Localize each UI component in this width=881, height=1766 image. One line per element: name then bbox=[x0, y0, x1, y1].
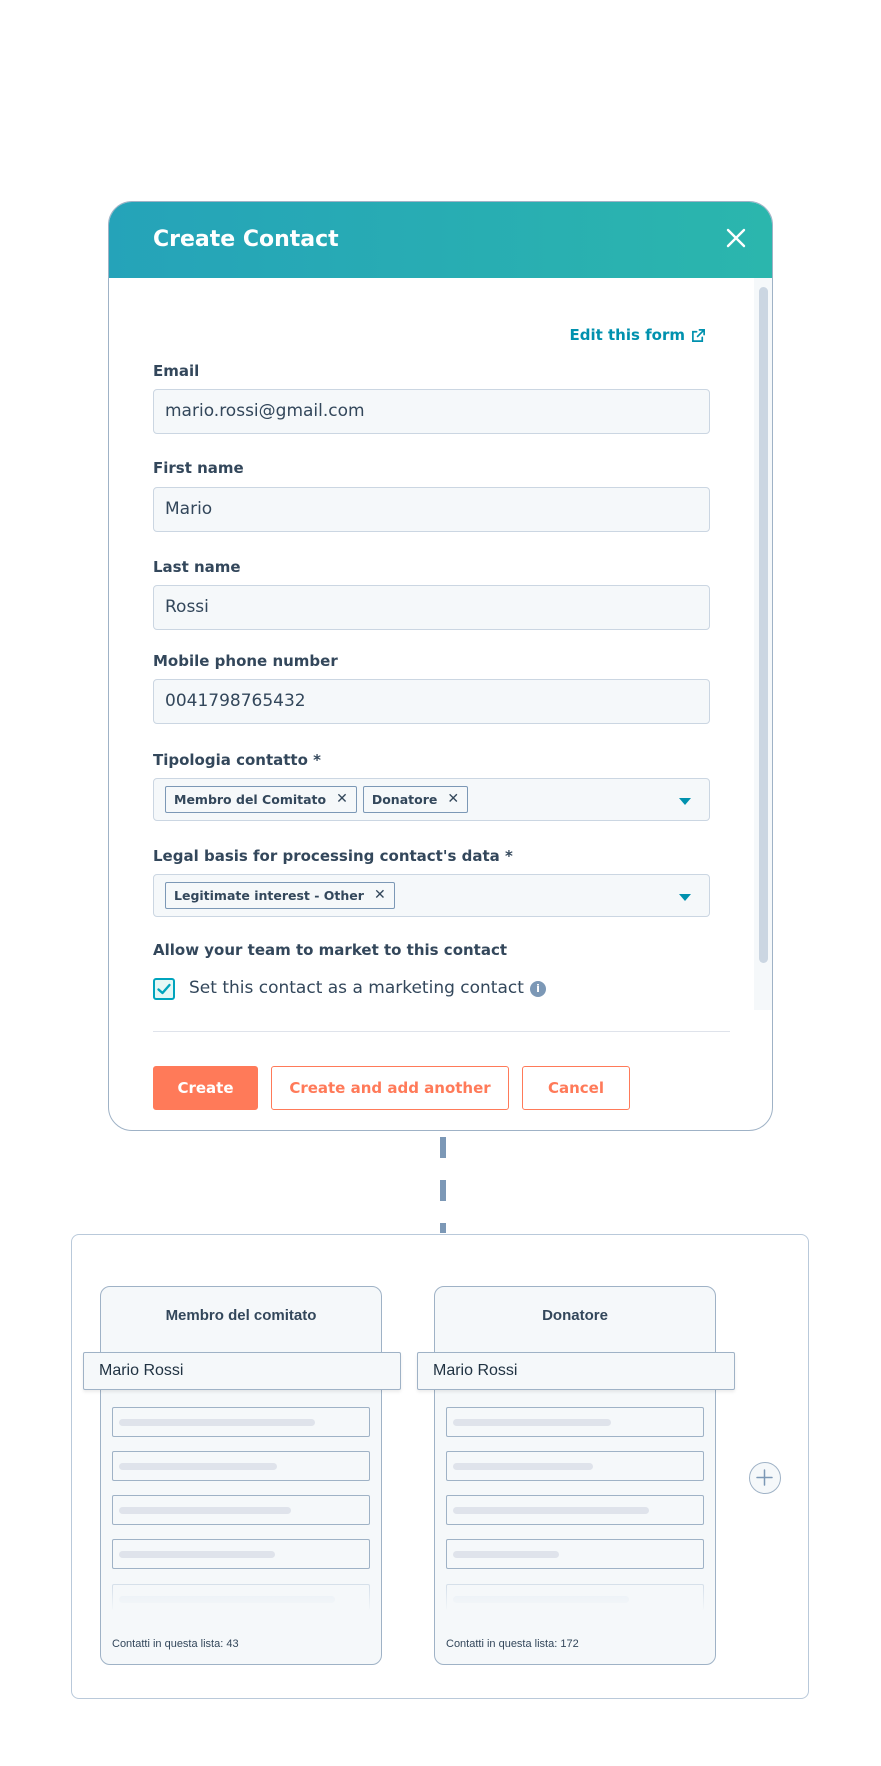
tipologia-label: Tipologia contatto * bbox=[153, 751, 321, 769]
list-item bbox=[112, 1539, 370, 1569]
remove-tag-icon[interactable]: ✕ bbox=[447, 787, 459, 812]
list-item bbox=[112, 1495, 370, 1525]
create-contact-modal: Create Contact Edit this form Email mari… bbox=[108, 201, 773, 1131]
last-name-field[interactable]: Rossi bbox=[153, 585, 710, 630]
contact-card-dragged[interactable]: Mario Rossi bbox=[417, 1352, 735, 1390]
email-field[interactable]: mario.rossi@gmail.com bbox=[153, 389, 710, 434]
list-title: Donatore bbox=[542, 1307, 608, 1324]
chevron-down-icon[interactable] bbox=[679, 798, 691, 805]
footer-divider bbox=[153, 1031, 730, 1032]
remove-tag-icon[interactable]: ✕ bbox=[374, 883, 386, 908]
lists-board: Membro del comitato Contatti in questa l… bbox=[71, 1234, 809, 1699]
edit-form-label: Edit this form bbox=[569, 326, 685, 344]
last-name-label: Last name bbox=[153, 558, 241, 576]
email-label: Email bbox=[153, 362, 200, 380]
tag-donatore: Donatore ✕ bbox=[362, 786, 469, 813]
list-item bbox=[446, 1451, 704, 1481]
modal-header: Create Contact bbox=[109, 202, 772, 278]
plus-icon bbox=[756, 1469, 773, 1486]
first-name-field[interactable]: Mario bbox=[153, 487, 710, 532]
chevron-down-icon[interactable] bbox=[679, 894, 691, 901]
mobile-phone-label: Mobile phone number bbox=[153, 652, 338, 670]
external-link-icon bbox=[692, 328, 705, 342]
tag-legitimate-interest: Legitimate interest - Other ✕ bbox=[165, 882, 395, 909]
info-icon[interactable]: i bbox=[530, 981, 546, 997]
tag-membro-del-comitato: Membro del Comitato ✕ bbox=[165, 786, 357, 813]
marketing-checkbox[interactable] bbox=[153, 978, 175, 1000]
add-list-button[interactable] bbox=[749, 1462, 781, 1494]
remove-tag-icon[interactable]: ✕ bbox=[336, 787, 348, 812]
dashed-connector bbox=[440, 1137, 446, 1233]
list-title: Membro del comitato bbox=[165, 1307, 317, 1324]
list-card-donatore: Donatore Contatti in questa lista: 172 bbox=[434, 1286, 716, 1665]
list-card-membro-del-comitato: Membro del comitato Contatti in questa l… bbox=[100, 1286, 382, 1665]
list-item bbox=[446, 1407, 704, 1437]
tag-label: Legitimate interest - Other bbox=[174, 888, 364, 903]
contact-card-dragged[interactable]: Mario Rossi bbox=[83, 1352, 401, 1390]
legal-basis-select[interactable]: Legitimate interest - Other ✕ bbox=[153, 874, 710, 917]
list-count: Contatti in questa lista: 43 bbox=[112, 1638, 239, 1650]
cancel-button[interactable]: Cancel bbox=[522, 1066, 630, 1110]
marketing-checkbox-label[interactable]: Set this contact as a marketing contact bbox=[189, 978, 524, 998]
close-icon[interactable] bbox=[724, 226, 748, 250]
create-and-add-another-button[interactable]: Create and add another bbox=[271, 1066, 509, 1110]
scrollbar-thumb[interactable] bbox=[759, 287, 768, 963]
mobile-phone-field[interactable]: 0041798765432 bbox=[153, 679, 710, 724]
legal-basis-label: Legal basis for processing contact's dat… bbox=[153, 847, 513, 865]
modal-title: Create Contact bbox=[153, 227, 339, 252]
first-name-label: First name bbox=[153, 459, 244, 477]
list-item bbox=[112, 1407, 370, 1437]
list-item bbox=[446, 1539, 704, 1569]
list-item bbox=[112, 1451, 370, 1481]
checkmark-icon bbox=[157, 983, 171, 995]
list-count: Contatti in questa lista: 172 bbox=[446, 1638, 579, 1650]
edit-form-link[interactable]: Edit this form bbox=[569, 326, 706, 344]
tag-label: Donatore bbox=[371, 792, 438, 807]
tag-label: Membro del Comitato bbox=[174, 792, 327, 807]
tipologia-select[interactable]: Membro del Comitato ✕ Donatore ✕ bbox=[153, 778, 710, 821]
marketing-heading: Allow your team to market to this contac… bbox=[153, 941, 508, 959]
create-button[interactable]: Create bbox=[153, 1066, 258, 1110]
list-item bbox=[446, 1495, 704, 1525]
